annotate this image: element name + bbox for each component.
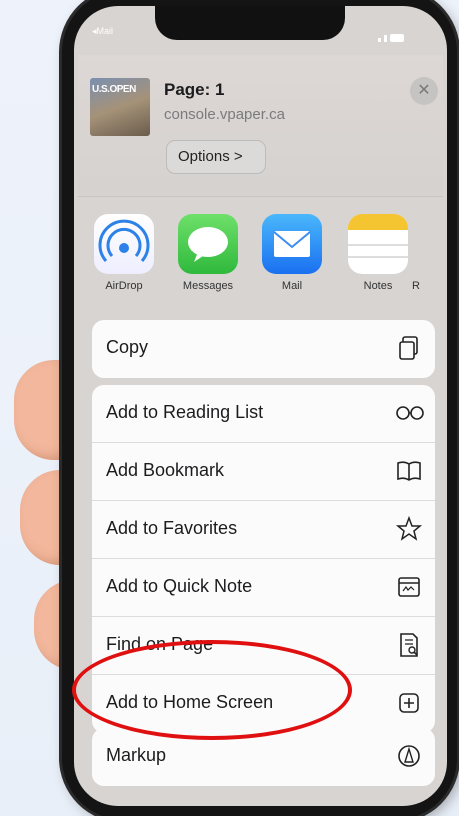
mail-icon[interactable]	[262, 214, 322, 274]
action-label: Add Bookmark	[106, 460, 225, 480]
action-add-to-favorites[interactable]: Add to Favorites	[92, 501, 435, 559]
app-label-airdrop: AirDrop	[105, 280, 143, 292]
airdrop-icon[interactable]	[94, 214, 154, 274]
divider	[78, 196, 443, 197]
copy-icon	[395, 334, 423, 362]
quick-note-icon	[395, 573, 423, 601]
glasses-icon	[395, 399, 424, 427]
close-icon[interactable]: ✕	[410, 77, 438, 105]
status-icons	[378, 24, 426, 42]
action-add-to-reading-list[interactable]: Add to Reading List	[92, 385, 435, 443]
action-label: Add to Quick Note	[106, 576, 253, 596]
notes-icon[interactable]	[348, 214, 408, 274]
action-copy[interactable]: Copy	[92, 320, 435, 378]
app-label-reminders: R	[412, 280, 420, 292]
page-thumbnail: U.S.OPEN	[90, 78, 150, 136]
thumbnail-title: U.S.OPEN	[92, 84, 136, 95]
action-label: Add to Reading List	[106, 402, 264, 422]
messages-icon[interactable]	[178, 214, 238, 274]
action-markup[interactable]: Markup	[92, 728, 435, 786]
back-to-mail[interactable]: ◂Mail	[92, 26, 113, 37]
notch	[155, 6, 345, 40]
action-label: Copy	[106, 337, 149, 357]
markup-icon	[395, 742, 423, 770]
markup-group: Markup	[92, 728, 435, 786]
highlight-ellipse	[72, 640, 352, 740]
app-label-mail: Mail	[281, 280, 303, 292]
page-url: console.vpaper.ca	[164, 106, 285, 123]
action-label: Add to Favorites	[106, 518, 238, 538]
page-title: Page: 1	[164, 80, 225, 99]
star-icon	[395, 515, 423, 543]
action-label: Markup	[106, 745, 167, 765]
app-label-messages: Messages	[182, 280, 234, 292]
book-icon	[395, 457, 423, 485]
options-button[interactable]: Options >	[166, 140, 266, 174]
action-add-to-quick-note[interactable]: Add to Quick Note	[92, 559, 435, 617]
action-add-bookmark[interactable]: Add Bookmark	[92, 443, 435, 501]
find-document-icon	[395, 631, 423, 659]
plus-square-icon	[395, 689, 423, 717]
copy-group: Copy	[92, 320, 435, 378]
